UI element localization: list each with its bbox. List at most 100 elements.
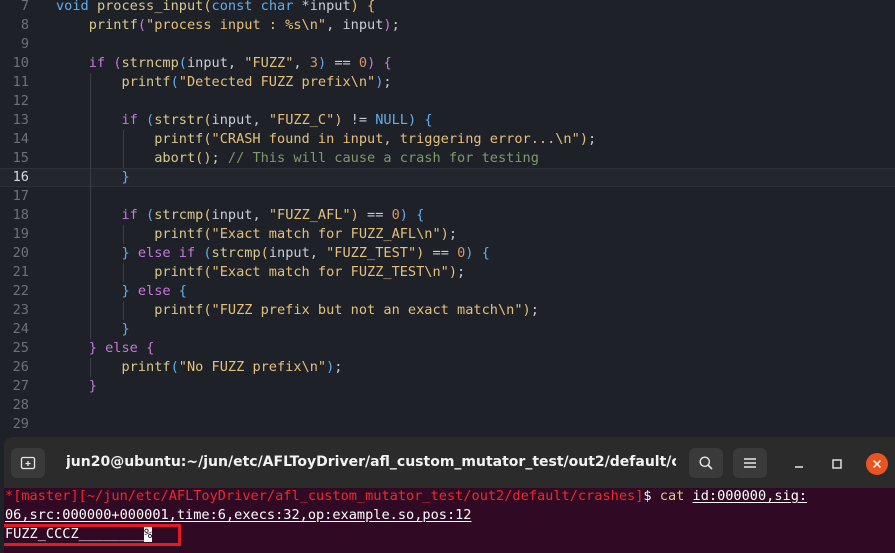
code-line[interactable]: 23 printf("FUZZ prefix but not an exact … <box>0 301 895 320</box>
code-line[interactable]: 12 <box>0 92 895 111</box>
code-line[interactable]: 18 if (strcmp(input, "FUZZ_AFL") == 0) { <box>0 206 895 225</box>
hamburger-menu-button[interactable] <box>733 448 767 478</box>
close-button[interactable] <box>866 453 888 475</box>
code-token: const char <box>211 0 294 14</box>
line-number: 20 <box>12 245 29 261</box>
code-token: if <box>88 55 106 71</box>
search-button[interactable] <box>689 448 723 478</box>
code-token: strncmp <box>121 55 179 71</box>
code-token: == <box>358 207 392 223</box>
code-token: ) <box>334 112 343 128</box>
code-text: printf("process input : %s\n", input); <box>56 16 400 35</box>
line-number: 10 <box>12 55 29 71</box>
code-text: } <box>56 377 97 396</box>
code-token: ; <box>448 226 458 242</box>
new-tab-button[interactable] <box>11 448 45 478</box>
line-number: 25 <box>12 340 29 356</box>
git-dirty-marker: * <box>5 488 14 504</box>
line-number: 17 <box>12 188 29 204</box>
maximize-button[interactable] <box>826 453 848 475</box>
code-text: printf("CRASH found in input, triggering… <box>56 130 596 149</box>
line-number: 18 <box>12 207 29 223</box>
code-token: ( <box>203 226 212 242</box>
code-token: ( <box>203 207 212 223</box>
code-token: // This will cause a crash for testing <box>227 150 539 166</box>
code-line[interactable]: 27 } <box>0 377 895 396</box>
code-editor[interactable]: 7 void process_input(const char *input) {… <box>0 0 895 437</box>
code-line[interactable]: 16 } <box>0 168 895 187</box>
code-token: ( <box>137 17 147 33</box>
code-token: input, <box>268 245 327 261</box>
search-icon <box>699 456 713 470</box>
code-line[interactable]: 20 } else if (strcmp(input, "FUZZ_TEST")… <box>0 244 895 263</box>
code-token: printf <box>154 226 204 242</box>
code-token: printf <box>154 131 204 147</box>
line-number: 24 <box>12 321 29 337</box>
code-line[interactable]: 13 if (strstr(input, "FUZZ_C") != NULL) … <box>0 111 895 130</box>
code-token: else <box>137 283 171 299</box>
code-token: ; <box>391 17 400 33</box>
line-number: 26 <box>12 359 29 375</box>
code-token: "FUZZ_TEST" <box>326 245 417 261</box>
code-token: { <box>416 207 425 223</box>
line-number: 15 <box>12 150 29 166</box>
code-text: printf("No FUZZ prefix\n"); <box>56 358 342 377</box>
code-token: , <box>293 55 310 71</box>
code-text: } else if (strcmp(input, "FUZZ_TEST") ==… <box>56 244 489 263</box>
code-token: ) <box>383 17 392 33</box>
code-token: ; <box>334 359 343 375</box>
code-line[interactable]: 17 <box>0 187 895 206</box>
line-number: 21 <box>12 264 29 280</box>
code-token: ( <box>146 207 155 223</box>
code-token: != <box>342 112 376 128</box>
line-number: 22 <box>12 283 29 299</box>
code-line[interactable]: 19 printf("Exact match for FUZZ_AFL\n"); <box>0 225 895 244</box>
code-text: } else { <box>56 339 155 358</box>
code-line[interactable]: 22 } else { <box>0 282 895 301</box>
code-line[interactable]: 11 printf("Detected FUZZ prefix\n"); <box>0 73 895 92</box>
code-token: else <box>105 340 138 356</box>
code-token: ) <box>579 131 588 147</box>
git-branch: [master] <box>13 488 79 504</box>
code-token: ( <box>113 55 122 71</box>
code-line[interactable]: 29 <box>0 415 895 434</box>
code-line[interactable]: 28 <box>0 396 895 415</box>
indent-guide <box>123 263 125 282</box>
code-token: ( <box>203 0 212 14</box>
code-line[interactable]: 21 printf("Exact match for FUZZ_TEST\n")… <box>0 263 895 282</box>
code-token: ( <box>203 245 212 261</box>
minimize-icon <box>795 466 803 468</box>
code-token: ) <box>408 112 417 128</box>
minimize-button[interactable] <box>788 453 810 475</box>
code-line[interactable]: 9 <box>0 35 895 54</box>
code-line[interactable]: 7 void process_input(const char *input) { <box>0 0 895 16</box>
terminal-output[interactable]: *[master][~/jun/etc/AFLToyDriver/afl_cus… <box>4 488 895 553</box>
code-line[interactable]: 14 printf("CRASH found in input, trigger… <box>0 130 895 149</box>
code-token: ; <box>211 150 228 166</box>
code-text: printf("Exact match for FUZZ_AFL\n"); <box>56 225 457 244</box>
code-line[interactable]: 24 } <box>0 320 895 339</box>
code-token: { <box>383 55 392 71</box>
code-token: 3 <box>309 55 318 71</box>
code-token: ) <box>350 207 359 223</box>
code-token: else if <box>137 245 196 261</box>
code-line[interactable]: 8 printf("process input : %s\n", input); <box>0 16 895 35</box>
code-line[interactable]: 25 } else { <box>0 339 895 358</box>
line-number: 23 <box>12 302 29 318</box>
indent-guide <box>89 358 91 377</box>
code-text: if (strstr(input, "FUZZ_C") != NULL) { <box>56 111 432 130</box>
code-token: ) <box>448 264 458 280</box>
code-token: void <box>56 0 89 14</box>
terminal-window[interactable]: jun20@ubuntu:~/jun/etc/AFLToyDriver/afl_… <box>4 437 895 553</box>
code-line[interactable]: 26 printf("No FUZZ prefix\n"); <box>0 358 895 377</box>
code-token: ) <box>440 226 449 242</box>
code-line[interactable]: 15 abort(); // This will cause a crash f… <box>0 149 895 168</box>
code-token: ; <box>530 302 539 318</box>
code-line[interactable]: 10 if (strncmp(input, "FUZZ", 3) == 0) { <box>0 54 895 73</box>
